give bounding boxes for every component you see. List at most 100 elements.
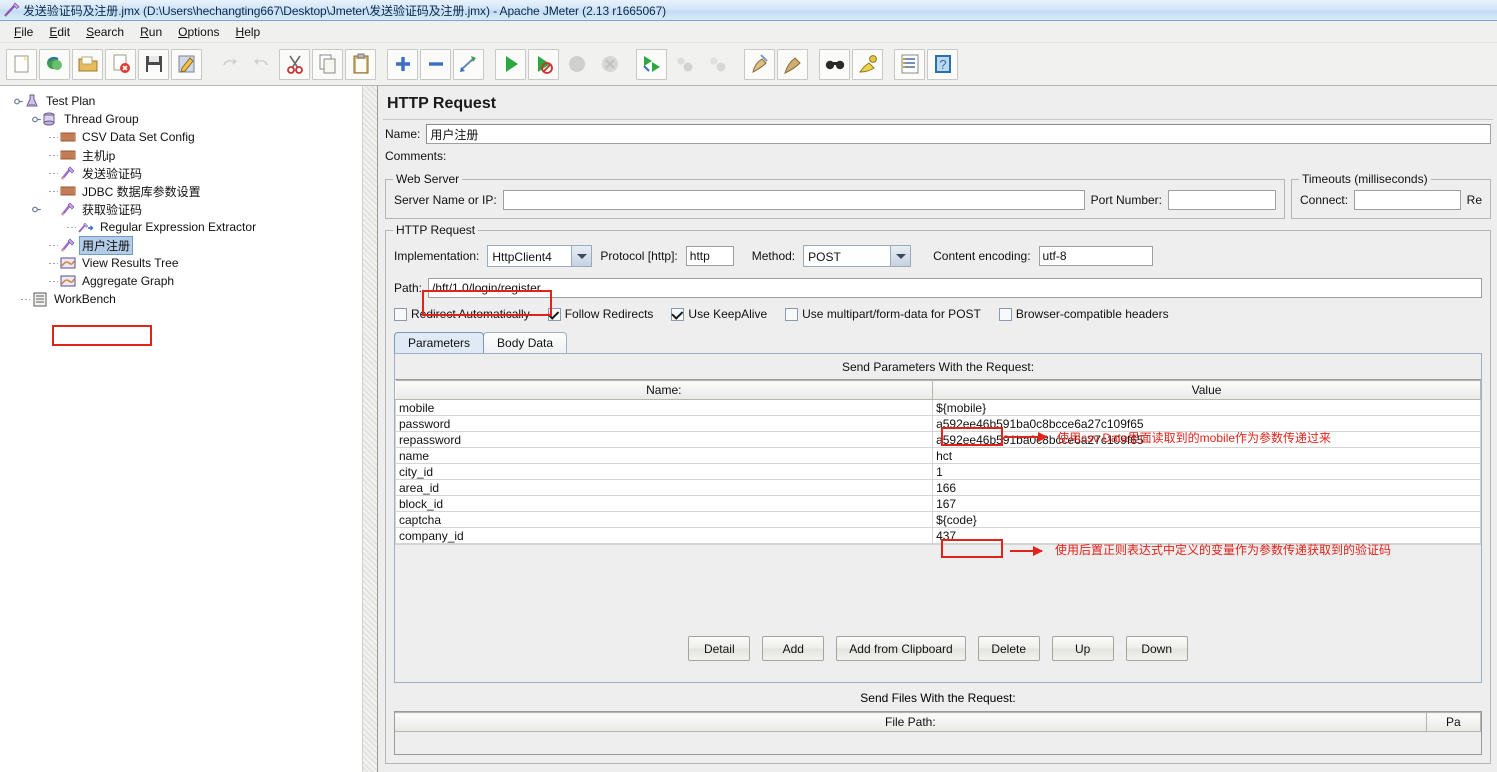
tree-node-jdbc-config[interactable]: JDBC 数据库参数设置 [8,182,377,200]
menu-help[interactable]: Help [228,23,269,41]
param-value-cell[interactable]: 437 [932,527,1481,544]
param-value-cell[interactable]: 166 [932,479,1481,496]
tree-node-csv-data-set-config[interactable]: CSV Data Set Config [8,128,377,146]
new-icon[interactable] [6,48,37,80]
checkbox-icon[interactable] [671,307,685,321]
param-value-cell[interactable]: hct [932,447,1481,464]
checkbox-icon[interactable] [998,307,1012,321]
cut-icon[interactable] [279,48,310,80]
column-header-parameter[interactable]: Pa [1426,712,1482,732]
toggle-icon[interactable] [453,48,484,80]
checkbox-icon[interactable] [547,307,561,321]
expander-icon[interactable] [30,200,42,218]
menu-options[interactable]: Options [170,23,227,41]
files-table[interactable]: File Path: Pa [395,712,1482,732]
table-row[interactable]: captcha ${code} [394,511,1481,528]
tree-node-get-captcha[interactable]: 获取验证码 [8,200,377,218]
table-row[interactable]: repassword a592ee46b591ba0c8bcce6a27c109… [394,431,1481,448]
add-from-clipboard-button[interactable]: Add from Clipboard [836,636,966,661]
param-value-cell[interactable]: a592ee46b591ba0c8bcce6a27c109f65 [932,415,1481,432]
open-icon[interactable] [72,48,103,80]
follow-redirects-checkbox[interactable]: Follow Redirects [547,307,653,321]
clear-all-icon[interactable] [777,48,808,80]
start-icon[interactable] [495,48,526,80]
param-value-cell[interactable]: 167 [932,495,1481,512]
save-icon[interactable] [138,48,169,80]
add-button[interactable]: Add [762,636,825,661]
menu-search[interactable]: Search [78,23,132,41]
parameters-table[interactable]: Name: Value mobile ${mobile} password a5… [394,380,1481,544]
tab-parameters[interactable]: Parameters [394,332,485,353]
copy-icon[interactable] [312,48,343,80]
column-header-name[interactable]: Name: [395,380,934,400]
table-row[interactable]: name hct [394,447,1481,464]
search-icon[interactable] [819,48,850,80]
param-name-cell[interactable]: password [394,415,934,432]
tree-node-thread-group[interactable]: Thread Group [8,110,377,128]
column-header-file-path[interactable]: File Path: [395,712,1427,732]
up-button[interactable]: Up [1051,636,1114,661]
menu-run[interactable]: Run [132,23,170,41]
path-input[interactable]: /hft/1.0/login/register [428,278,1482,298]
help-icon[interactable]: ? [927,48,958,80]
remote-start-all-icon[interactable] [636,48,667,80]
column-header-value[interactable]: Value [932,380,1481,400]
collapse-all-icon[interactable] [420,48,451,80]
param-name-cell[interactable]: block_id [394,495,934,512]
tab-body-data[interactable]: Body Data [483,332,568,353]
param-name-cell[interactable]: area_id [394,479,934,496]
tree-node-user-register[interactable]: 用户注册 [8,235,377,255]
tree-node-workbench[interactable]: WorkBench [8,290,377,308]
protocol-input[interactable]: http [685,246,734,266]
tree-node-regular-expression-extractor[interactable]: Regular Expression Extractor [8,218,377,236]
save-as-icon[interactable] [171,48,202,80]
param-value-cell[interactable]: ${mobile} [932,399,1481,416]
down-button[interactable]: Down [1125,636,1188,661]
table-row[interactable]: password a592ee46b591ba0c8bcce6a27c109f6… [394,415,1481,432]
expand-all-icon[interactable] [387,48,418,80]
param-name-cell[interactable]: company_id [394,527,934,544]
param-name-cell[interactable]: mobile [394,399,934,416]
port-number-input[interactable] [1168,190,1276,210]
delete-button[interactable]: Delete [977,636,1040,661]
implementation-select[interactable]: HttpClient4 [487,245,593,267]
name-input[interactable]: 用户注册 [426,124,1491,144]
param-name-cell[interactable]: name [394,447,934,464]
redirect-automatically-checkbox[interactable]: Redirect Automatically [394,307,530,321]
use-keepalive-checkbox[interactable]: Use KeepAlive [671,307,767,321]
table-row[interactable]: city_id 1 [394,463,1481,480]
method-select[interactable]: POST [803,245,912,267]
menu-file[interactable]: File [6,23,41,41]
close-icon[interactable] [105,48,136,80]
chevron-down-icon[interactable] [891,246,911,266]
paste-icon[interactable] [345,48,376,80]
param-value-cell[interactable]: ${code} [932,511,1481,528]
expander-icon[interactable] [30,110,42,128]
checkbox-icon[interactable] [394,307,407,321]
table-row[interactable]: mobile ${mobile} [394,399,1481,416]
use-multipart-form-data-checkbox[interactable]: Use multipart/form-data for POST [785,307,981,321]
tree-scrollbar[interactable] [362,86,377,772]
comments-input[interactable] [452,148,1491,164]
tree-node-aggregate-graph[interactable]: Aggregate Graph [8,272,377,290]
tree-node-host-ip[interactable]: 主机ip [8,146,377,164]
param-name-cell[interactable]: repassword [394,431,934,448]
menu-edit[interactable]: Edit [41,23,78,41]
table-row[interactable]: company_id 437 [394,527,1481,544]
table-row[interactable]: block_id 167 [394,495,1481,512]
server-name-input[interactable] [502,190,1085,210]
content-encoding-input[interactable]: utf-8 [1038,246,1153,266]
expander-icon[interactable] [12,92,24,110]
checkbox-icon[interactable] [785,307,799,321]
tree-node-view-results-tree[interactable]: View Results Tree [8,254,377,272]
function-helper-icon[interactable] [894,48,925,80]
connect-input[interactable] [1354,190,1461,210]
clear-icon[interactable] [744,48,775,80]
start-no-pauses-icon[interactable] [528,48,559,80]
test-plan-tree[interactable]: Test Plan Thread Group CSV Data Set Conf… [0,86,377,308]
tree-node-send-captcha[interactable]: 发送验证码 [8,164,377,182]
param-name-cell[interactable]: captcha [394,511,934,528]
browser-compatible-headers-checkbox[interactable]: Browser-compatible headers [998,307,1169,321]
chevron-down-icon[interactable] [572,246,592,266]
param-value-cell[interactable]: 1 [932,463,1481,480]
